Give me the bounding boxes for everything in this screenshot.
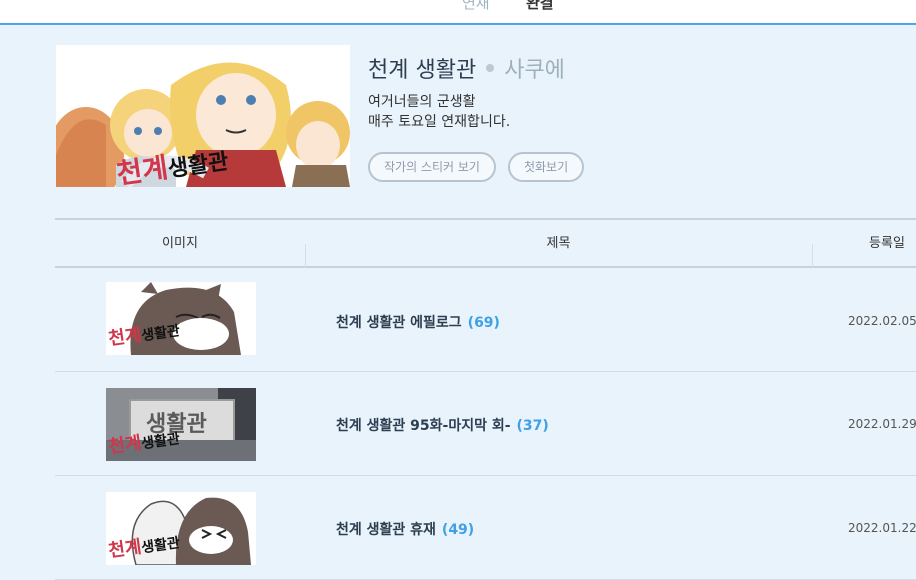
comic-title: 천계 생활관	[368, 58, 477, 83]
episode-thumbnail[interactable]: 천계생활관	[106, 492, 256, 565]
header-title: 제목	[546, 236, 571, 251]
table-row[interactable]: 생활관 천계생활관 천계 생활관 95화-마지막 회- (37) 2022.01.…	[55, 372, 916, 476]
episode-table: 이미지 제목 등록일 천계생활관 천계 생활관 에필로그 (69) 2022.02…	[55, 218, 916, 580]
comic-description: 여거너들의 군생활 매주 토요일 연재합니다.	[368, 92, 584, 132]
header-date: 등록일	[869, 236, 905, 251]
comment-count: (49)	[441, 522, 475, 538]
separator-dot	[486, 64, 495, 72]
episode-date: 2022.01.22	[848, 521, 916, 535]
top-nav: 연재 완결	[0, 0, 916, 25]
tab-complete[interactable]: 완결	[526, 0, 554, 13]
comic-author[interactable]: 사쿠에	[504, 52, 565, 84]
table-row[interactable]: 천계생활관 천계 생활관 휴재 (49) 2022.01.22	[55, 476, 916, 580]
comic-info: 천계 생활관 사쿠에 여거너들의 군생활 매주 토요일 연재합니다. 작가의 스…	[368, 52, 585, 182]
comment-count: (37)	[516, 418, 549, 434]
comment-count: (69)	[467, 315, 500, 331]
sticker-button[interactable]: 작가의 스티커 보기	[368, 152, 496, 182]
episode-thumbnail[interactable]: 생활관 천계생활관	[106, 388, 256, 461]
episode-title[interactable]: 천계 생활관 휴재 (49)	[336, 519, 474, 539]
episode-title[interactable]: 천계 생활관 에필로그 (69)	[336, 312, 500, 332]
tab-serial[interactable]: 연재	[462, 0, 490, 13]
episode-date: 2022.01.29	[848, 417, 916, 431]
table-row[interactable]: 천계생활관 천계 생활관 에필로그 (69) 2022.02.05	[55, 268, 916, 372]
description-line: 매주 토요일 연재합니다.	[368, 114, 511, 130]
description-line: 여거너들의 군생활	[368, 94, 476, 110]
episode-thumbnail[interactable]: 천계생활관	[106, 282, 256, 355]
first-episode-button[interactable]: 첫화보기	[507, 152, 585, 182]
episode-title[interactable]: 천계 생활관 95화-마지막 회- (37)	[336, 415, 549, 435]
table-header: 이미지 제목 등록일	[55, 218, 916, 268]
header-image: 이미지	[162, 236, 198, 251]
episode-date: 2022.02.05	[848, 314, 916, 328]
comic-cover-image: 천계생활관	[56, 45, 350, 187]
